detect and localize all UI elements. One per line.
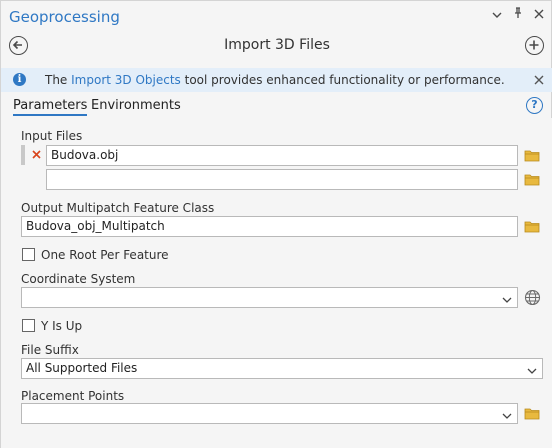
banner-text: The Import 3D Objects tool provides enha… — [45, 73, 505, 87]
close-icon[interactable] — [533, 8, 545, 22]
folder-icon[interactable] — [524, 407, 541, 420]
import-3d-objects-link[interactable]: Import 3D Objects — [71, 73, 181, 87]
globe-icon[interactable] — [524, 289, 541, 306]
window-controls — [491, 7, 545, 22]
y-is-up-checkbox[interactable] — [22, 319, 35, 332]
folder-icon[interactable] — [524, 149, 541, 162]
one-root-checkbox[interactable] — [22, 248, 35, 261]
chevron-down-icon[interactable] — [502, 407, 512, 423]
coordinate-system-label: Coordinate System — [21, 272, 136, 286]
placement-points-label: Placement Points — [21, 389, 125, 403]
pane-title: Geoprocessing — [9, 8, 120, 26]
input-file-field-empty[interactable] — [46, 169, 518, 190]
chevron-down-icon[interactable] — [527, 362, 537, 378]
file-suffix-select[interactable]: All Supported Files — [21, 358, 543, 379]
placement-points-select[interactable] — [21, 403, 518, 424]
output-class-field[interactable]: Budova_obj_Multipatch — [21, 216, 518, 237]
file-suffix-label: File Suffix — [21, 343, 79, 357]
close-icon[interactable] — [534, 71, 544, 89]
tab-environments[interactable]: Environments — [91, 98, 181, 113]
output-class-label: Output Multipatch Feature Class — [21, 201, 215, 215]
banner-text-end: tool provides enhanced functionality or … — [180, 73, 505, 87]
coordinate-system-select[interactable] — [21, 287, 518, 308]
chevron-down-icon[interactable] — [502, 291, 512, 307]
pin-icon[interactable] — [512, 7, 524, 22]
add-icon[interactable] — [525, 36, 544, 55]
one-root-label: One Root Per Feature — [41, 248, 169, 262]
tab-parameters[interactable]: Parameters — [13, 98, 88, 116]
banner-text-start: The — [45, 73, 72, 87]
y-is-up-label: Y Is Up — [41, 319, 83, 333]
remove-icon[interactable] — [32, 146, 41, 163]
file-suffix-value: All Supported Files — [26, 361, 138, 375]
help-icon[interactable]: ? — [526, 97, 543, 114]
folder-icon[interactable] — [524, 220, 541, 233]
input-file-field[interactable]: Budova.obj — [46, 145, 518, 166]
folder-icon[interactable] — [524, 173, 541, 186]
tool-title: Import 3D Files — [224, 37, 330, 53]
drag-handle[interactable] — [21, 145, 25, 165]
chevron-down-icon[interactable] — [491, 8, 503, 22]
info-icon: i — [13, 73, 26, 86]
info-banner: i The Import 3D Objects tool provides en… — [1, 68, 552, 92]
input-files-label: Input Files — [21, 129, 83, 143]
